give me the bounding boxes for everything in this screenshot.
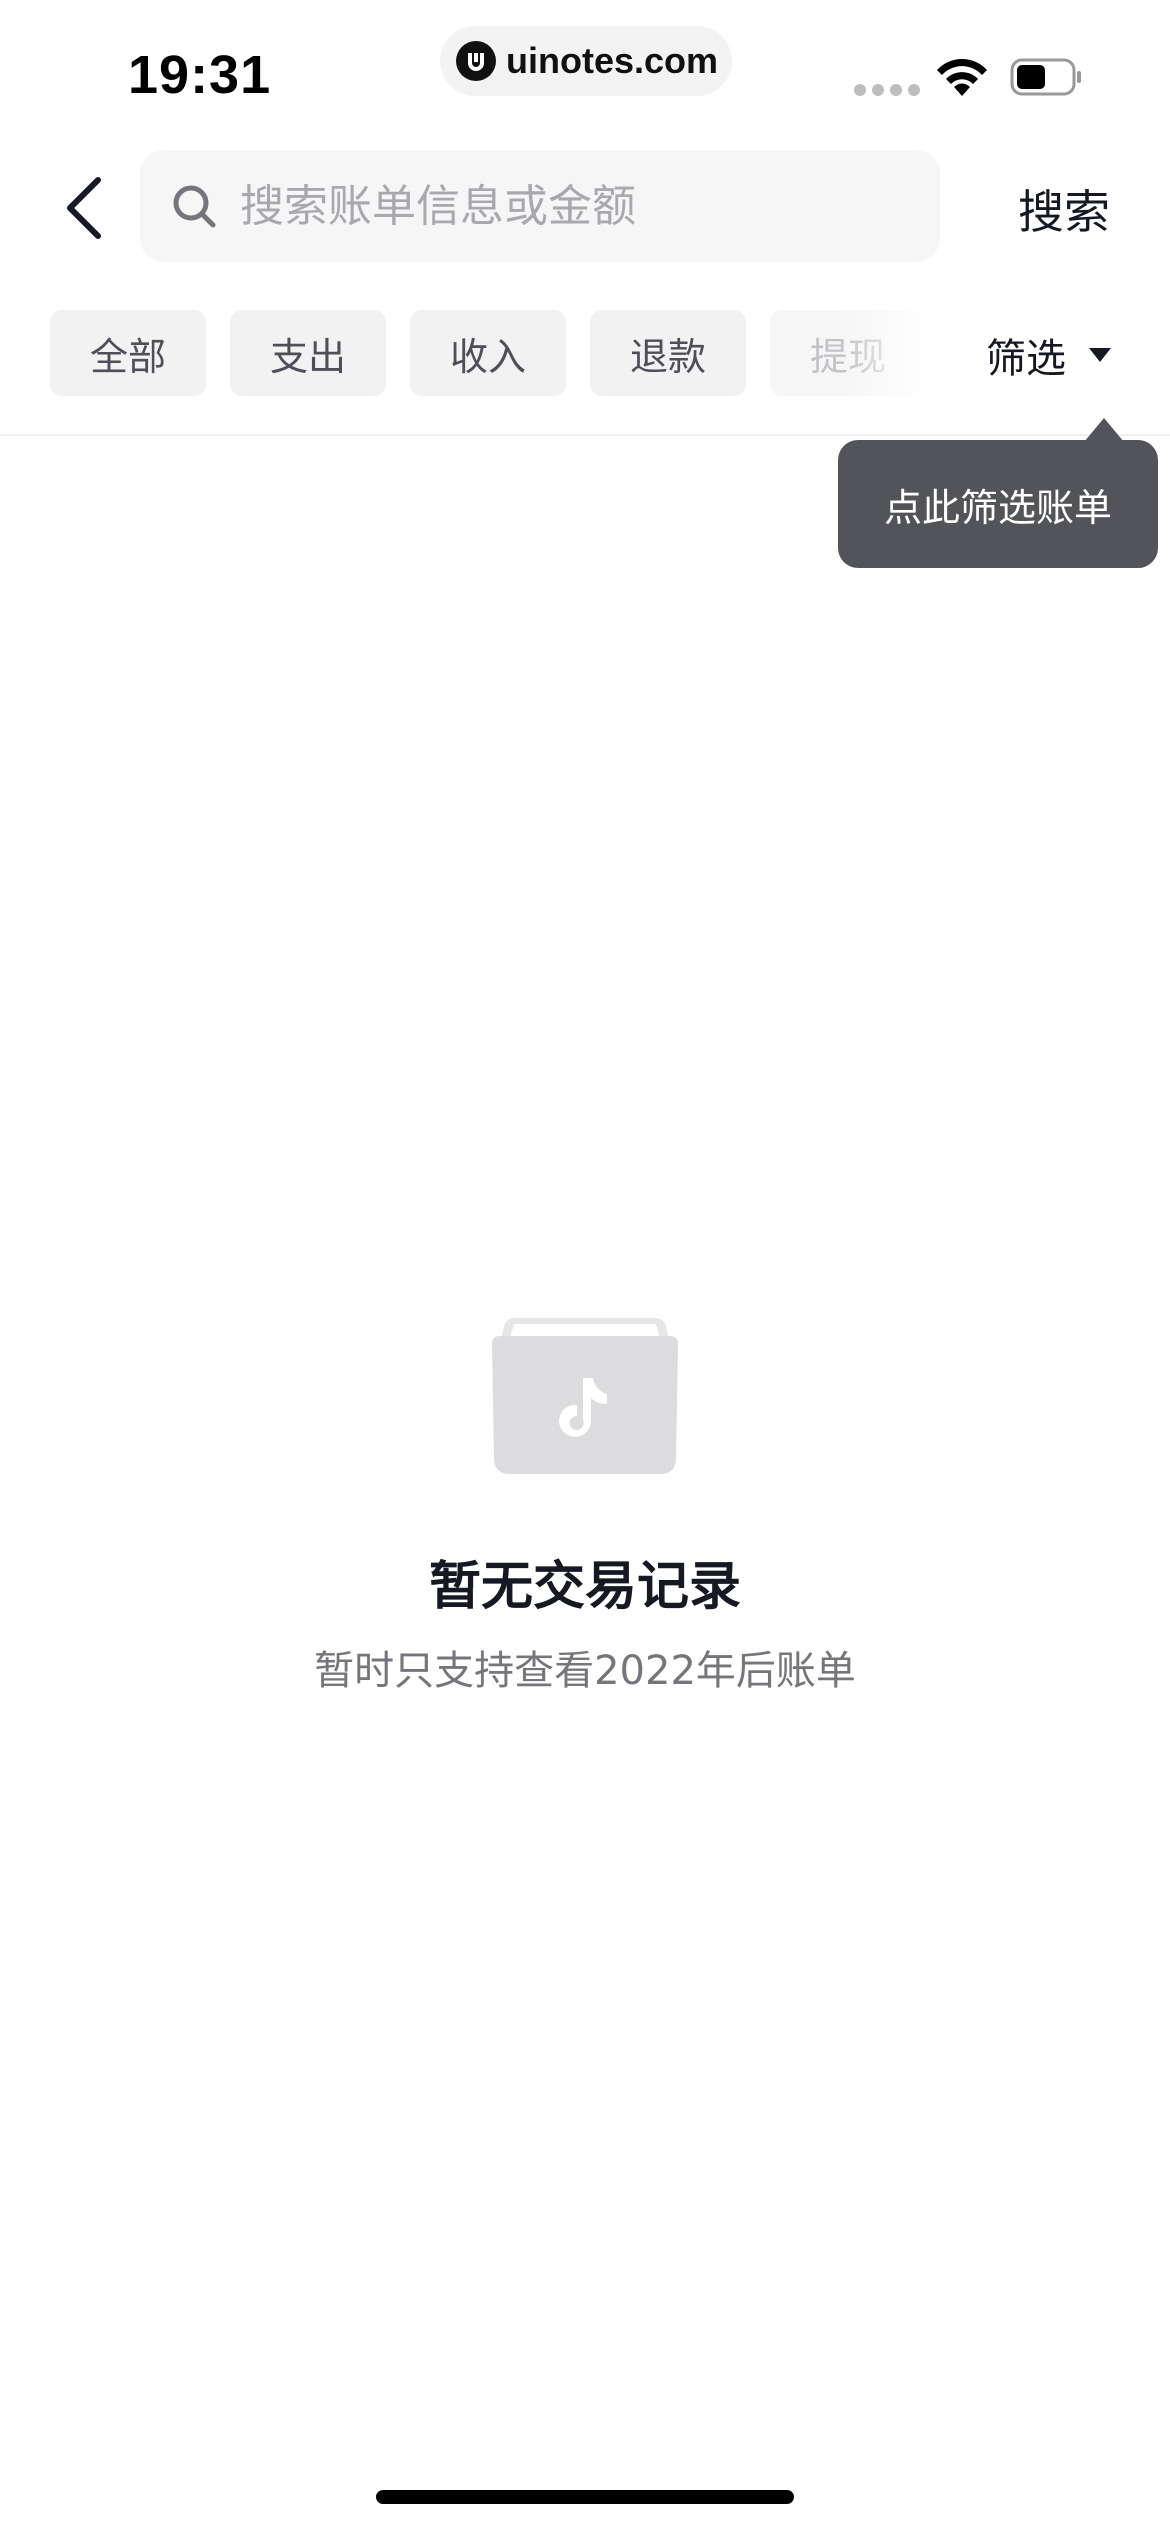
tab-all[interactable]: 全部 xyxy=(50,310,206,396)
bill-search-screen: 19:31 uinotes.com 搜索账单信息或金额 搜索 全部 支出 收入 … xyxy=(0,0,1170,2532)
home-indicator[interactable] xyxy=(376,2490,794,2504)
search-icon xyxy=(173,185,216,228)
site-logo-icon xyxy=(456,41,496,81)
tab-refund[interactable]: 退款 xyxy=(590,310,746,396)
caret-down-icon xyxy=(1089,348,1111,362)
back-button[interactable] xyxy=(54,170,114,246)
empty-state-title: 暂无交易记录 xyxy=(428,1557,741,1617)
status-bar: 19:31 uinotes.com xyxy=(0,0,1170,140)
url-pill[interactable]: uinotes.com xyxy=(440,26,732,96)
cellular-signal-icon xyxy=(854,84,920,96)
filter-button[interactable]: 筛选 xyxy=(986,326,1112,384)
search-box[interactable] xyxy=(140,150,940,262)
category-tabs: 全部 支出 收入 退款 提现 xyxy=(50,310,950,396)
url-text: uinotes.com xyxy=(506,40,719,81)
tooltip-arrow xyxy=(1084,418,1124,442)
search-button[interactable]: 搜索 xyxy=(1018,176,1110,242)
empty-box-tiktok-icon xyxy=(492,1318,678,1474)
filter-label: 筛选 xyxy=(986,336,1066,382)
search-input[interactable] xyxy=(240,180,900,232)
wifi-icon xyxy=(937,59,987,96)
chevron-left-icon xyxy=(67,177,101,239)
battery-icon xyxy=(1010,58,1081,96)
tabs-fade-overlay xyxy=(840,300,950,410)
filter-tooltip[interactable]: 点此筛选账单 xyxy=(838,440,1158,568)
header-divider xyxy=(0,434,1170,436)
status-time: 19:31 xyxy=(128,45,272,105)
tab-expense[interactable]: 支出 xyxy=(230,310,386,396)
empty-state-subtitle: 暂时只支持查看2022年后账单 xyxy=(314,1648,856,1694)
tab-income[interactable]: 收入 xyxy=(410,310,566,396)
